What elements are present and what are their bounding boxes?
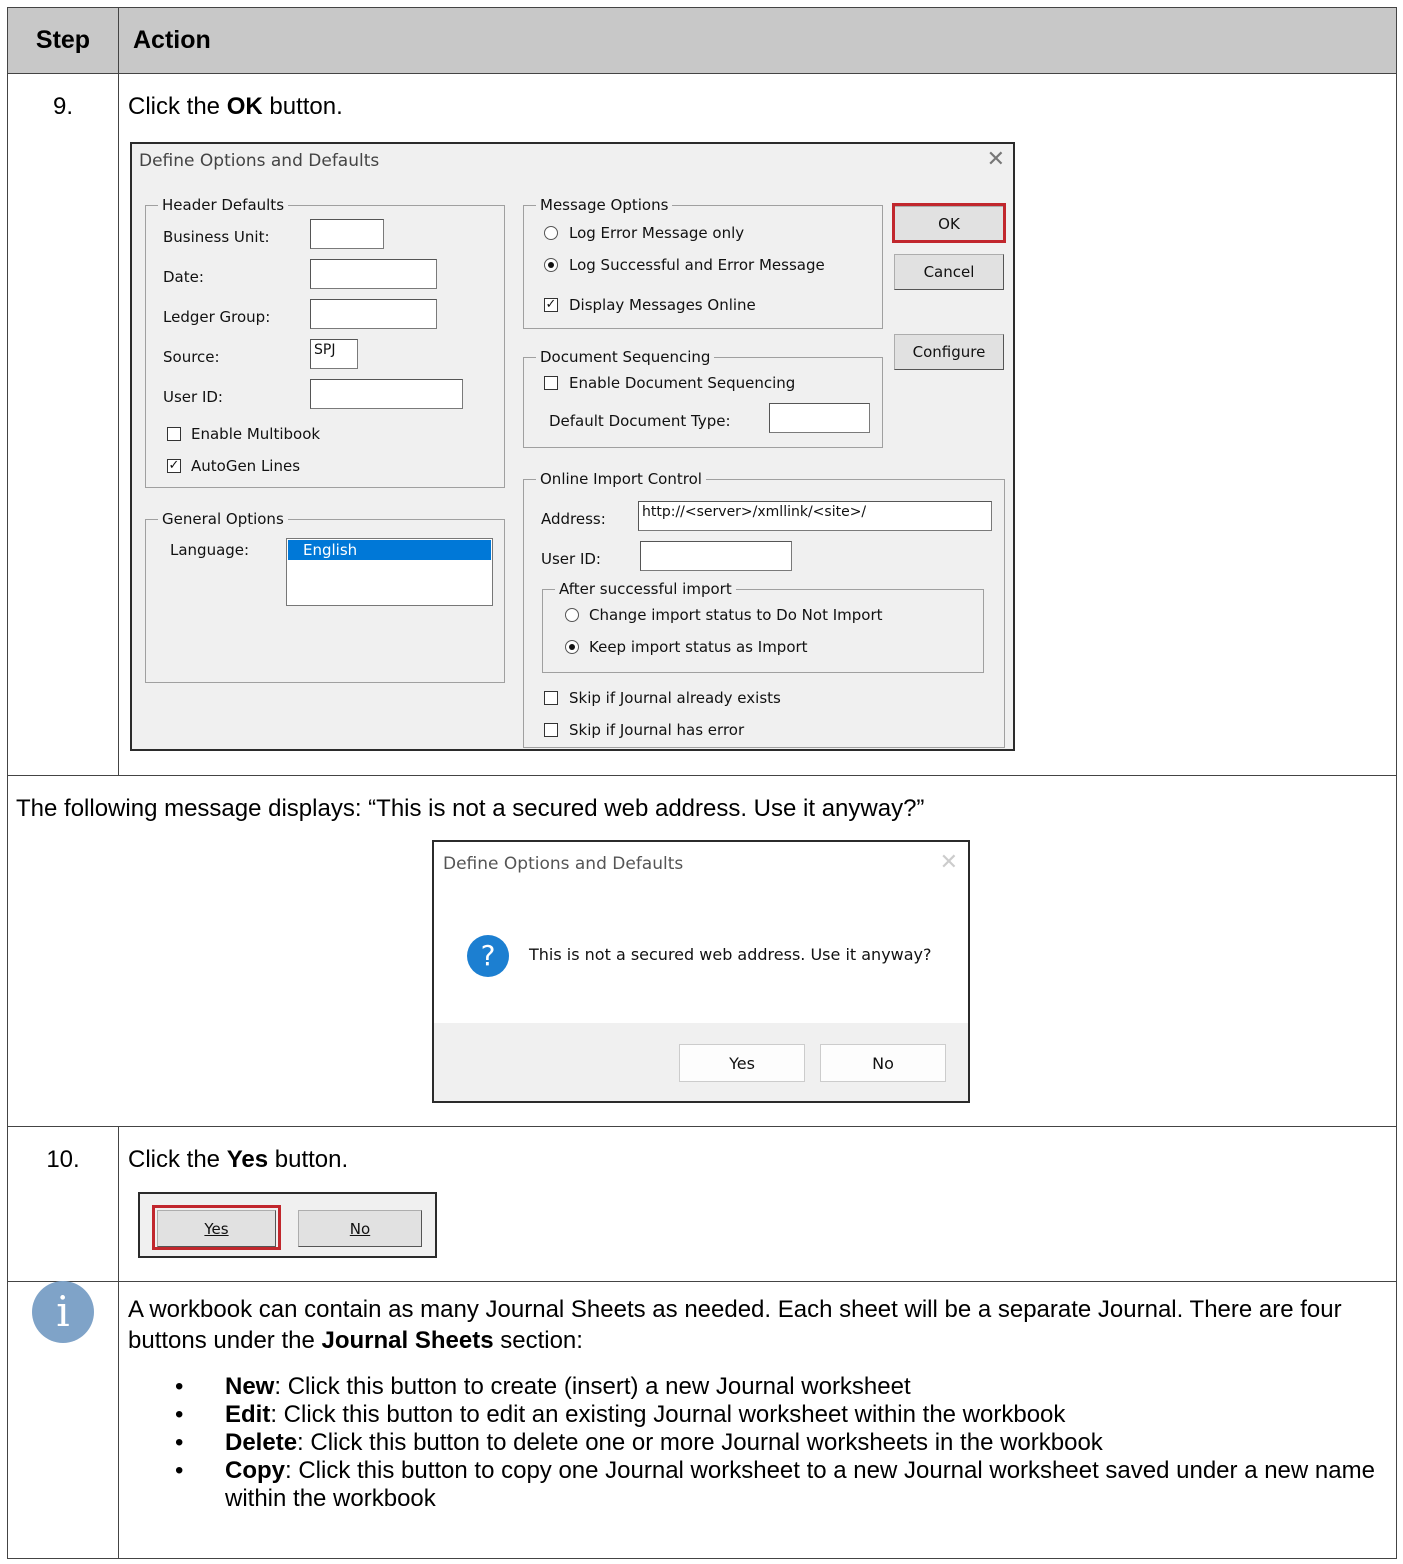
header-step: Step: [7, 7, 119, 74]
autogen-lines-label: AutoGen Lines: [191, 457, 301, 475]
confirm-dialog-title: Define Options and Defaults: [443, 854, 684, 874]
options-dialog-title: Define Options and Defaults: [139, 151, 380, 171]
skip-error-checkbox[interactable]: [544, 723, 558, 737]
general-options-group: General Options Language: English: [145, 510, 505, 683]
info-content: A workbook can contain as many Journal S…: [118, 1281, 1397, 1559]
enable-multibook-label: Enable Multibook: [191, 425, 321, 443]
online-import-title: Online Import Control: [536, 470, 706, 488]
language-option-english[interactable]: English: [288, 540, 491, 560]
keep-import-radio[interactable]: [565, 640, 579, 654]
confirm-footer: Yes No: [434, 1023, 968, 1101]
header-defaults-title: Header Defaults: [158, 196, 289, 214]
options-dialog: Define Options and Defaults ✕ Header Def…: [130, 142, 1015, 751]
default-doc-type-field[interactable]: [769, 403, 870, 433]
user-id-field[interactable]: [310, 379, 463, 409]
language-listbox[interactable]: English: [286, 538, 493, 606]
bullet-desc: : Click this button to edit an existing …: [270, 1401, 1066, 1428]
message-row-text: The following message displays: “This is…: [16, 795, 925, 822]
bullet-desc: : Click this button to copy one Journal …: [225, 1457, 1375, 1512]
business-unit-field[interactable]: [310, 219, 384, 249]
after-import-group: After successful import Change import st…: [542, 580, 984, 673]
address-field[interactable]: http://<server>/xmllink/<site>/: [638, 501, 992, 531]
skip-exists-checkbox[interactable]: [544, 691, 558, 705]
default-doc-type-label: Default Document Type:: [549, 412, 731, 430]
info-icon: i: [32, 1281, 94, 1343]
step-10-number: 10.: [7, 1126, 119, 1282]
enable-multibook-checkbox[interactable]: [167, 427, 181, 441]
bullet-desc: : Click this button to create (insert) a…: [274, 1373, 911, 1400]
yes-button[interactable]: Yes: [679, 1044, 805, 1082]
source-field[interactable]: SPJ: [310, 339, 358, 369]
question-icon: ?: [467, 935, 509, 977]
user-id-label: User ID:: [163, 388, 223, 406]
info-intro: A workbook can contain as many Journal S…: [128, 1294, 1386, 1356]
autogen-lines-checkbox[interactable]: ✓: [167, 459, 181, 473]
skip-exists-label: Skip if Journal already exists: [569, 689, 781, 707]
yes-no-strip: Yes No: [138, 1192, 437, 1258]
step-10-prefix: Click the: [128, 1146, 227, 1173]
close-icon[interactable]: ✕: [940, 850, 958, 875]
enable-doc-seq-label: Enable Document Sequencing: [569, 374, 796, 392]
step10-no-button[interactable]: No: [298, 1210, 422, 1247]
no-button[interactable]: No: [820, 1044, 946, 1082]
step-9-number: 9.: [7, 73, 119, 776]
header-action: Action: [118, 7, 1397, 74]
business-unit-label: Business Unit:: [163, 228, 270, 246]
do-not-import-label: Change import status to Do Not Import: [589, 606, 883, 624]
yes-highlight: [152, 1205, 281, 1250]
step-9-prefix: Click the: [128, 93, 227, 120]
bullet-term: Edit: [225, 1401, 271, 1428]
step-10-bold: Yes: [226, 1146, 269, 1173]
message-options-group: Message Options Log Error Message only L…: [523, 196, 883, 329]
ledger-group-field[interactable]: [310, 299, 437, 329]
import-user-id-field[interactable]: [640, 541, 792, 571]
document-sequencing-title: Document Sequencing: [536, 348, 715, 366]
step10-no-label: No: [349, 1219, 371, 1238]
info-intro-text-1: A workbook can contain as many Journal S…: [128, 1296, 1342, 1354]
confirm-dialog: Define Options and Defaults ✕ ? This is …: [432, 840, 970, 1103]
ledger-group-label: Ledger Group:: [163, 308, 271, 326]
close-icon[interactable]: ✕: [987, 147, 1005, 172]
bullet-term: Delete: [225, 1429, 298, 1456]
header-defaults-group: Header Defaults Business Unit: Date: Led…: [145, 196, 505, 488]
list-item: Delete: Click this button to delete one …: [128, 1429, 1386, 1457]
list-item: Edit: Click this button to edit an exist…: [128, 1401, 1386, 1429]
cancel-button[interactable]: Cancel: [894, 254, 1004, 290]
info-intro-bold: Journal Sheets: [321, 1327, 494, 1354]
source-label: Source:: [163, 348, 220, 366]
list-item: New: Click this button to create (insert…: [128, 1373, 1386, 1401]
language-label: Language:: [170, 541, 250, 559]
keep-import-label: Keep import status as Import: [589, 638, 808, 656]
bullet-desc: : Click this button to delete one or mor…: [297, 1429, 1103, 1456]
step-9-suffix: button.: [262, 93, 343, 120]
confirm-message: This is not a secured web address. Use i…: [529, 945, 932, 964]
step-10-suffix: button.: [268, 1146, 349, 1173]
online-import-group: Online Import Control Address: http://<s…: [523, 470, 1005, 748]
general-options-title: General Options: [158, 510, 288, 528]
enable-doc-seq-checkbox[interactable]: [544, 376, 558, 390]
date-label: Date:: [163, 268, 204, 286]
skip-error-label: Skip if Journal has error: [569, 721, 745, 739]
step-9-bold: OK: [226, 93, 263, 120]
message-options-title: Message Options: [536, 196, 673, 214]
display-online-checkbox[interactable]: ✓: [544, 298, 558, 312]
log-success-error-radio[interactable]: [544, 258, 558, 272]
display-online-label: Display Messages Online: [569, 296, 756, 314]
after-import-title: After successful import: [555, 580, 736, 598]
log-success-error-label: Log Successful and Error Message: [569, 256, 825, 274]
log-error-only-label: Log Error Message only: [569, 224, 745, 242]
import-user-id-label: User ID:: [541, 550, 601, 568]
info-bullets: New: Click this button to create (insert…: [128, 1373, 1386, 1513]
bullet-term: New: [225, 1373, 275, 1400]
date-field[interactable]: [310, 259, 437, 289]
configure-button[interactable]: Configure: [894, 334, 1004, 370]
document-sequencing-group: Document Sequencing Enable Document Sequ…: [523, 348, 883, 448]
do-not-import-radio[interactable]: [565, 608, 579, 622]
ok-highlight: [892, 203, 1006, 243]
log-error-only-radio[interactable]: [544, 226, 558, 240]
info-intro-text-2: section:: [493, 1327, 583, 1354]
list-item: Copy: Click this button to copy one Jour…: [128, 1457, 1386, 1513]
address-label: Address:: [541, 510, 606, 528]
bullet-term: Copy: [225, 1457, 285, 1484]
